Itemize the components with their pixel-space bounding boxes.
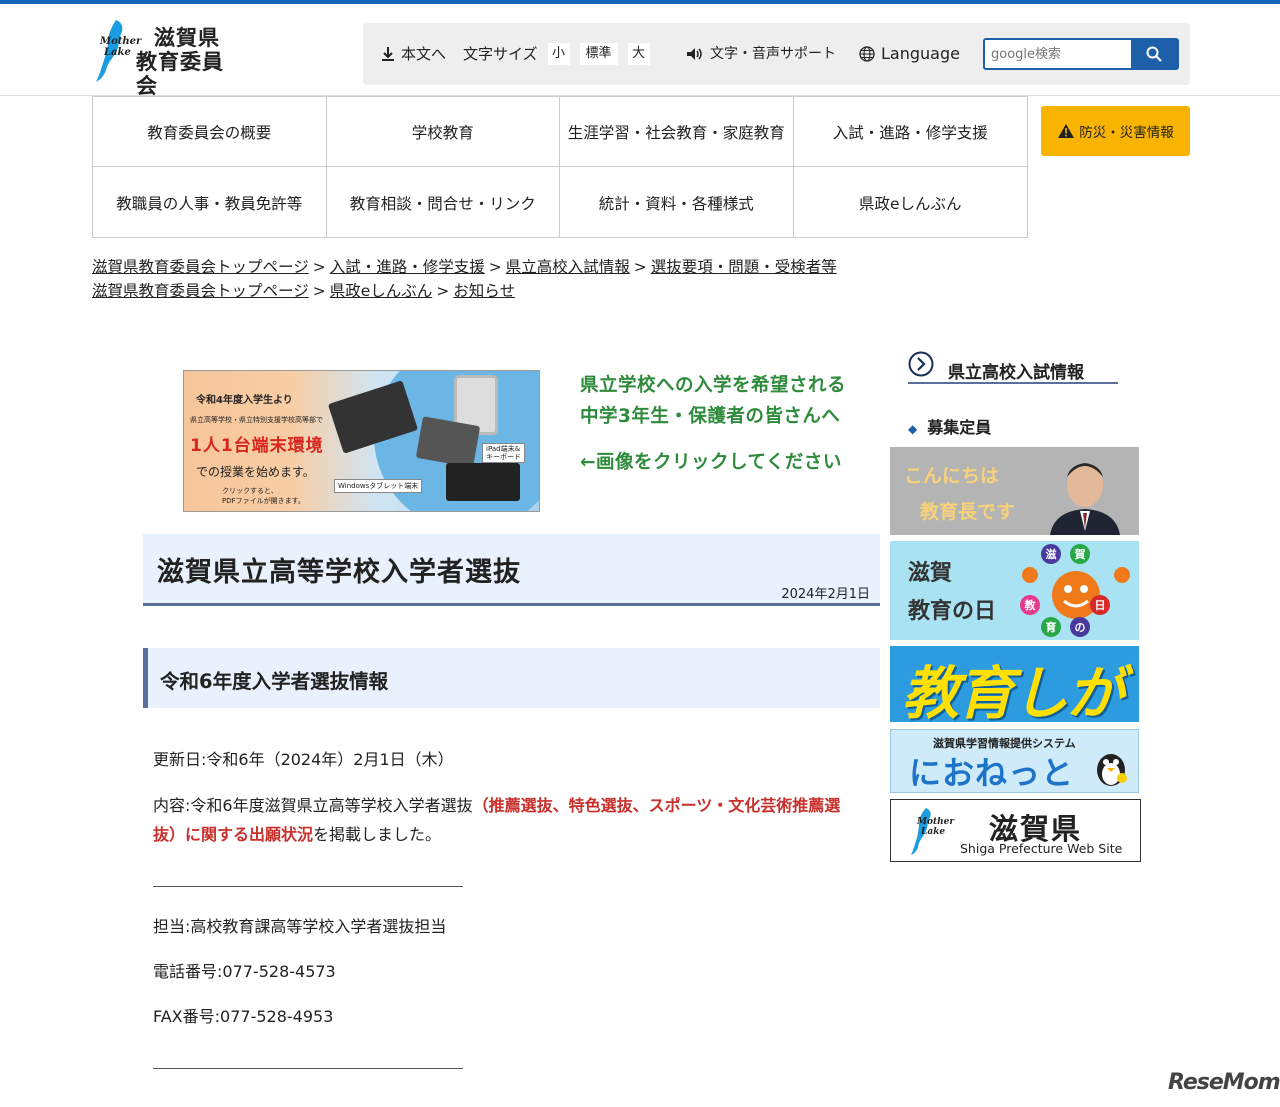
nionet-banner[interactable]: 滋賀県学習情報提供システム におねっと [890, 729, 1139, 793]
breadcrumb-link-news[interactable]: お知らせ [453, 282, 515, 300]
contact-department: 担当:高校教育課高等学校入学者選抜担当 [153, 917, 447, 936]
superintendent-greeting-banner[interactable]: こんにちは 教育長です [890, 447, 1139, 535]
mascot-char: 滋 [1046, 547, 1057, 561]
logo-motto: Mother Lake [917, 817, 955, 837]
search-icon [1146, 46, 1162, 62]
nav-item-admissions[interactable]: 入試・進路・修学支援 [793, 97, 1027, 167]
font-size-control: 文字サイズ 小 標準 大 [463, 23, 650, 85]
keyboard-image [446, 463, 520, 501]
sidebar-item-label: 募集定員 [927, 418, 992, 437]
skip-to-content-link[interactable]: 本文へ [381, 23, 446, 85]
breadcrumb-separator: > [312, 282, 326, 300]
contact-phone: 電話番号:077-528-4573 [153, 962, 336, 981]
breadcrumb-link-e-shinbun[interactable]: 県政eしんぶん [330, 282, 433, 300]
section-heading: 令和6年度入学者選抜情報 [160, 670, 389, 693]
breadcrumb-link-guidelines[interactable]: 選抜要項・問題・受検者等 [651, 258, 837, 276]
breadcrumb-row-2: 滋賀県教育委員会トップページ > 県政eしんぶん > お知らせ [92, 279, 837, 303]
mascot-char: 日 [1095, 599, 1106, 612]
banner-label-windows: Windowsタブレット端末 [334, 479, 423, 493]
highlighted-content: 抜）に関する出願状況 [153, 825, 314, 844]
breadcrumb-link-admissions[interactable]: 入試・進路・修学支援 [330, 258, 485, 276]
mascot-char: 育 [1046, 620, 1057, 634]
banner-text: での授業を始めます。 [196, 465, 315, 479]
search-form [983, 38, 1179, 70]
penguin-mascot-icon [1097, 754, 1127, 786]
divider [153, 886, 463, 887]
content-text: 内容:令和6年度滋賀県立高等学校入学者選抜（推薦選抜、特色選抜、スポーツ・文化芸… [153, 796, 841, 844]
disaster-info-button[interactable]: 防災・災害情報 [1041, 106, 1190, 156]
language-selector[interactable]: Language [859, 23, 960, 85]
site-logo[interactable]: Mother Lake 滋賀県 教育委員会 [94, 18, 244, 98]
logo-title: 滋賀県 教育委員会 [136, 26, 224, 98]
breadcrumb-link-top[interactable]: 滋賀県教育委員会トップページ [92, 258, 309, 276]
one-device-per-student-banner[interactable]: 令和4年度入学生より 県立高等学校・県立特別支援学校高等部で 1人1台端末環境 … [183, 370, 540, 512]
warning-icon [1058, 124, 1075, 138]
resemom-watermark: ReseMom [1168, 1070, 1280, 1095]
font-size-label: 文字サイズ [463, 45, 538, 63]
nav-item-school-education[interactable]: 学校教育 [326, 97, 560, 167]
speaker-icon [687, 48, 702, 60]
nav-item-consultation[interactable]: 教育相談・問合せ・リンク [327, 167, 560, 238]
breadcrumb-separator: > [633, 258, 647, 276]
font-size-small-button[interactable]: 小 [547, 43, 570, 65]
breadcrumb-separator: > [312, 258, 326, 276]
breadcrumb-separator: > [436, 282, 450, 300]
promo-line: ←画像をクリックしてください [580, 452, 842, 473]
diamond-bullet-icon: ◆ [908, 422, 918, 436]
publish-date: 2024年2月1日 [781, 587, 870, 602]
search-input[interactable] [985, 40, 1131, 68]
banner-headline: 1人1台端末環境 [190, 436, 324, 456]
nav-item-personnel[interactable]: 教職員の人事・教員免許等 [93, 167, 327, 238]
mascot-char: 賀 [1074, 547, 1086, 561]
kyoiku-shiga-banner[interactable]: 教育しが [890, 646, 1139, 722]
section-heading-box: 令和6年度入学者選抜情報 [143, 648, 880, 708]
promo-line: 中学3年生・保護者の皆さんへ [580, 406, 841, 427]
sidebar-item-enrollment-quota[interactable]: ◆ 募集定員 [908, 414, 991, 438]
nav-item-e-shinbun[interactable]: 県政eしんぶん [794, 167, 1028, 238]
disaster-label: 防災・災害情報 [1079, 125, 1174, 141]
accessibility-support-link[interactable]: 文字・音声サポート [686, 23, 836, 85]
banner-label-ipad: iPad端末& キーボード [482, 443, 525, 463]
breadcrumb-row-1: 滋賀県教育委員会トップページ > 入試・進路・修学支援 > 県立高校入試情報 > 選抜要項・… [92, 255, 837, 279]
font-size-standard-button[interactable]: 標準 [579, 43, 618, 65]
sidebar-heading[interactable]: 県立高校入試情報 [908, 351, 1118, 384]
banner-note: クリックすると、 PDFファイルが開きます。 [222, 487, 305, 505]
highlighted-content: （推薦選抜、特色選抜、スポーツ・文化芸術推薦選 [472, 796, 841, 815]
utility-toolbar: 本文へ 文字サイズ 小 標準 大 文字・音声サポート Language [363, 23, 1190, 85]
contact-fax: FAX番号:077-528-4953 [153, 1007, 334, 1026]
banner-text: 県立高等学校・県立特別支援学校高等部で [190, 416, 323, 424]
banner-text: 令和4年度入学生より [196, 395, 293, 406]
site-header: Mother Lake 滋賀県 教育委員会 本文へ 文字サイズ 小 標準 大 文字・… [0, 4, 1280, 98]
divider [153, 1068, 463, 1069]
shiga-prefecture-website-banner[interactable]: Mother Lake 滋賀県 Shiga Prefecture Web Site [890, 799, 1141, 862]
breadcrumb-link-top[interactable]: 滋賀県教育委員会トップページ [92, 282, 309, 300]
nav-item-overview[interactable]: 教育委員会の概要 [93, 97, 327, 167]
global-nav: 教育委員会の概要 学校教育 生涯学習・社会教育・家庭教育 入試・進路・修学支援 … [92, 96, 1028, 238]
search-button[interactable] [1131, 40, 1177, 68]
promo-message: 県立学校への入学を希望される 中学3年生・保護者の皆さんへ ←画像をクリックして… [580, 370, 846, 478]
font-size-large-button[interactable]: 大 [627, 43, 650, 65]
page-title: 滋賀県立高等学校入学者選抜 [157, 557, 521, 588]
breadcrumb-separator: > [488, 258, 502, 276]
breadcrumb-link-exam-info[interactable]: 県立高校入試情報 [506, 258, 630, 276]
education-day-mascot-icon: 滋 賀 教 日 育 の [1020, 544, 1130, 637]
nav-item-lifelong-learning[interactable]: 生涯学習・社会教育・家庭教育 [560, 97, 794, 167]
shiga-education-day-banner[interactable]: 滋 賀 教育 の日 滋 賀 教 日 育 の [890, 541, 1139, 640]
mascot-char: 教 [1024, 598, 1037, 612]
skip-label: 本文へ [401, 45, 447, 63]
promo-line: 県立学校への入学を希望される [580, 375, 847, 396]
mascot-char: の [1075, 621, 1086, 634]
superintendent-photo-icon [1050, 463, 1120, 535]
sidebar-heading-label: 県立高校入試情報 [948, 363, 1084, 383]
globe-icon [859, 46, 875, 62]
language-label: Language [881, 44, 960, 63]
chevron-circle-icon [908, 351, 934, 377]
nav-item-statistics[interactable]: 統計・資料・各種様式 [560, 167, 794, 238]
breadcrumb: 滋賀県教育委員会トップページ > 入試・進路・修学支援 > 県立高校入試情報 > 選抜要項・… [92, 255, 837, 303]
support-label: 文字・音声サポート [710, 46, 836, 62]
download-arrow-icon [382, 47, 394, 61]
page-title-box: 滋賀県立高等学校入学者選抜 2024年2月1日 [143, 534, 880, 606]
updated-date: 更新日:令和6年（2024年）2月1日（木） [153, 750, 454, 769]
